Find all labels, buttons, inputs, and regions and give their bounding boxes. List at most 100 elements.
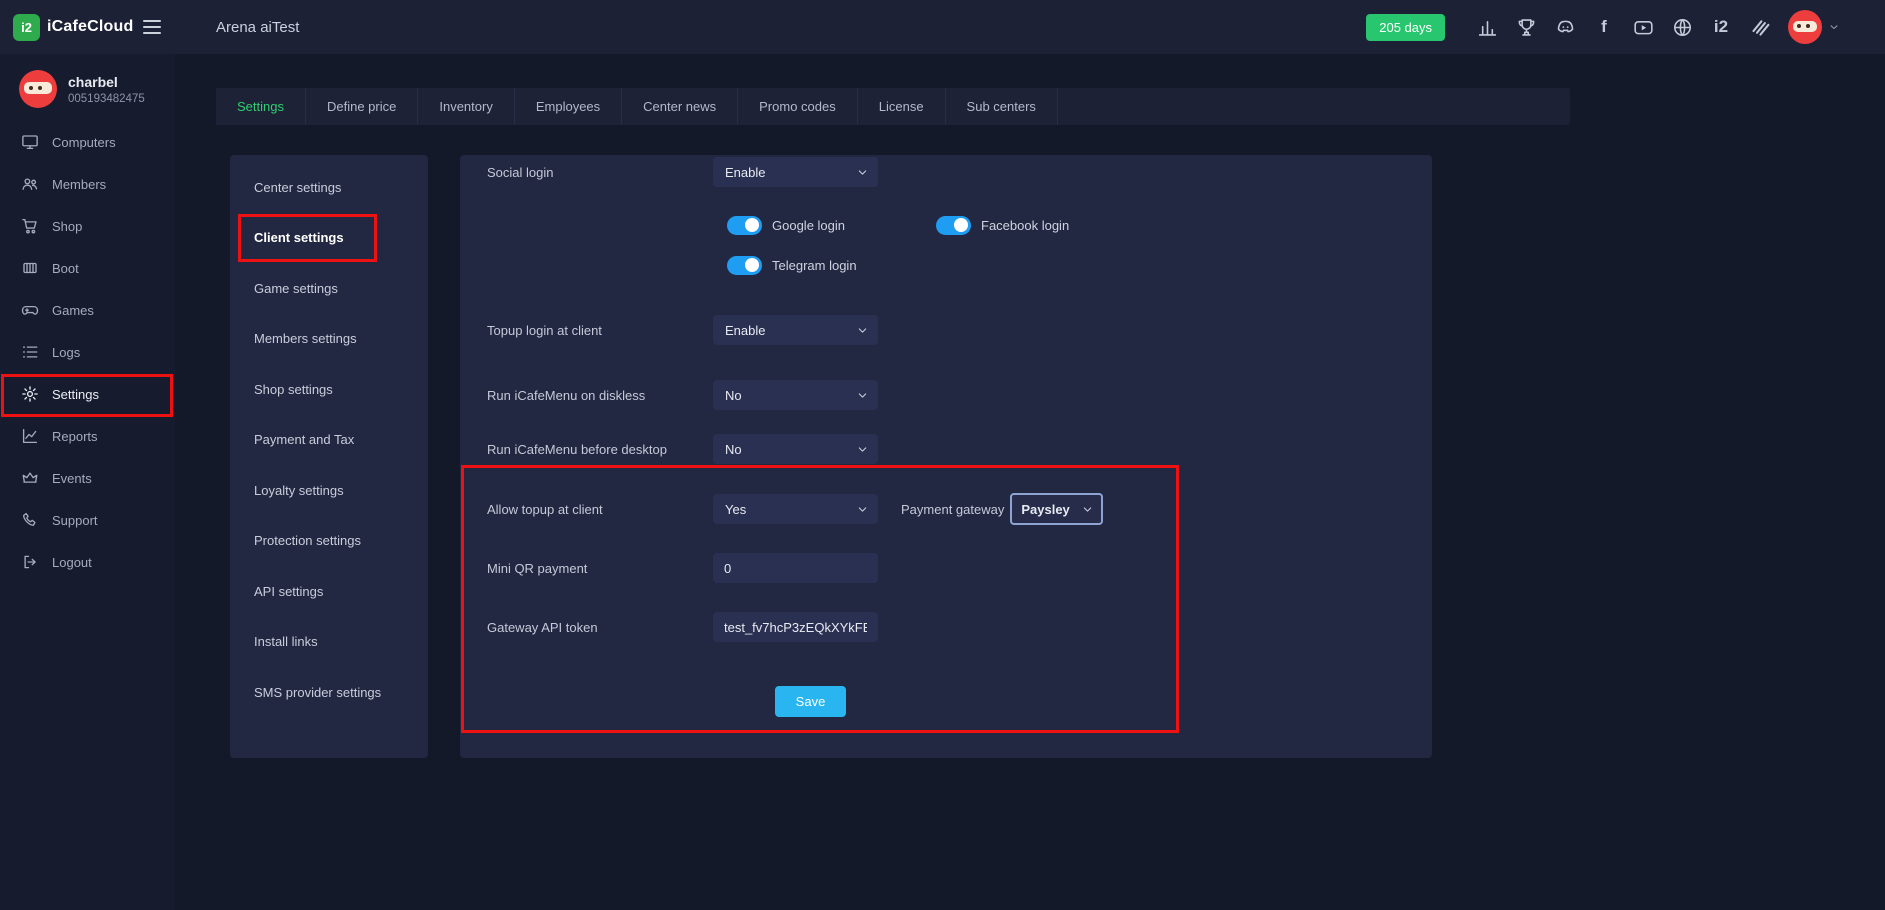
sidebar-nav: Computers Members Shop Boot Games Logs S… <box>0 121 175 583</box>
user-avatar <box>19 70 57 108</box>
select-value: Yes <box>725 502 746 517</box>
gear-icon <box>21 385 39 403</box>
select-value: Paysley <box>1021 502 1069 517</box>
stats-icon[interactable] <box>1476 16 1498 38</box>
sidebar: charbel 005193482475 Computers Members S… <box>0 54 175 910</box>
field-label: Topup login at client <box>487 323 713 338</box>
before-desktop-select[interactable]: No <box>713 434 878 464</box>
chevron-down-icon <box>1082 504 1093 515</box>
user-name: charbel <box>68 74 145 90</box>
youtube-icon[interactable] <box>1632 16 1654 38</box>
user-id: 005193482475 <box>68 93 145 105</box>
settings-nav-item-protection-settings[interactable]: Protection settings <box>230 516 428 567</box>
settings-nav-item-game-settings[interactable]: Game settings <box>230 263 428 314</box>
sidebar-item-events[interactable]: Events <box>0 457 175 499</box>
app-logo-mark: i2 <box>21 20 32 35</box>
settings-nav-item-client-settings[interactable]: Client settings <box>230 213 428 264</box>
tab-settings[interactable]: Settings <box>216 88 306 125</box>
facebook-icon[interactable]: f <box>1593 16 1615 38</box>
facebook-login-toggle[interactable] <box>936 216 971 235</box>
field-label: Gateway API token <box>487 620 713 635</box>
client-settings-form: Social login Enable Google login Faceboo… <box>460 155 1432 758</box>
sidebar-user-block[interactable]: charbel 005193482475 <box>0 54 175 121</box>
sidebar-item-members[interactable]: Members <box>0 163 175 205</box>
before-desktop-row: Run iCafeMenu before desktop No <box>487 434 1422 464</box>
chevron-down-icon <box>857 504 868 515</box>
tab-promo-codes[interactable]: Promo codes <box>738 88 858 125</box>
chip-icon <box>21 259 39 277</box>
sidebar-item-label: Boot <box>52 261 79 276</box>
sidebar-item-label: Events <box>52 471 92 486</box>
sidebar-item-settings[interactable]: Settings <box>0 373 175 415</box>
settings-nav-item-members-settings[interactable]: Members settings <box>230 314 428 365</box>
chevron-down-icon <box>857 390 868 401</box>
settings-nav-item-install-links[interactable]: Install links <box>230 617 428 668</box>
settings-nav-item-center-settings[interactable]: Center settings <box>230 162 428 213</box>
sidebar-item-reports[interactable]: Reports <box>0 415 175 457</box>
toggle-label: Telegram login <box>772 258 857 273</box>
sidebar-item-label: Support <box>52 513 98 528</box>
api-token-row: Gateway API token <box>487 612 1422 642</box>
sidebar-item-boot[interactable]: Boot <box>0 247 175 289</box>
user-avatar <box>1788 10 1822 44</box>
social-login-row: Social login Enable <box>487 157 1422 187</box>
trophy-icon[interactable] <box>1515 16 1537 38</box>
menu-toggle-icon[interactable] <box>143 20 161 34</box>
settings-nav-item-api-settings[interactable]: API settings <box>230 566 428 617</box>
sidebar-item-logout[interactable]: Logout <box>0 541 175 583</box>
social-toggles-row-1: Google login Facebook login <box>727 213 1422 237</box>
topup-login-select[interactable]: Enable <box>713 315 878 345</box>
user-menu[interactable] <box>1788 10 1840 44</box>
sidebar-item-label: Logout <box>52 555 92 570</box>
brand: i2 iCafeCloud <box>0 14 175 41</box>
sidebar-item-support[interactable]: Support <box>0 499 175 541</box>
settings-nav-item-payment-and-tax[interactable]: Payment and Tax <box>230 415 428 466</box>
telegram-login-group: Telegram login <box>727 256 857 275</box>
settings-nav-item-sms-provider-settings[interactable]: SMS provider settings <box>230 667 428 718</box>
payment-gateway-select[interactable]: Paysley <box>1010 493 1103 525</box>
chevron-down-icon <box>1828 21 1840 33</box>
mini-qr-input[interactable] <box>713 553 878 583</box>
tab-employees[interactable]: Employees <box>515 88 622 125</box>
field-label: Allow topup at client <box>487 502 713 517</box>
discord-icon[interactable] <box>1554 16 1576 38</box>
topbar: i2 iCafeCloud Arena aiTest 205 days f i2 <box>0 0 1885 54</box>
gateway-api-token-input[interactable] <box>713 612 878 642</box>
tab-sub-centers[interactable]: Sub centers <box>946 88 1058 125</box>
settings-tab-strip: Settings Define price Inventory Employee… <box>216 88 1570 125</box>
facebook-login-group: Facebook login <box>936 213 1069 237</box>
select-value: No <box>725 388 742 403</box>
settings-nav-item-shop-settings[interactable]: Shop settings <box>230 364 428 415</box>
tab-inventory[interactable]: Inventory <box>418 88 514 125</box>
sidebar-item-label: Computers <box>52 135 116 150</box>
layers-icon[interactable] <box>1749 16 1771 38</box>
save-button[interactable]: Save <box>775 686 846 717</box>
field-label: Social login <box>487 165 713 180</box>
settings-nav-item-loyalty-settings[interactable]: Loyalty settings <box>230 465 428 516</box>
allow-topup-select[interactable]: Yes <box>713 494 878 524</box>
field-label: Mini QR payment <box>487 561 713 576</box>
page-title: Arena aiTest <box>216 19 299 36</box>
tab-define-price[interactable]: Define price <box>306 88 418 125</box>
icafe-icon[interactable]: i2 <box>1710 16 1732 38</box>
tab-center-news[interactable]: Center news <box>622 88 738 125</box>
sidebar-item-label: Members <box>52 177 106 192</box>
toggle-label: Facebook login <box>981 218 1069 233</box>
google-login-toggle[interactable] <box>727 216 762 235</box>
sidebar-item-games[interactable]: Games <box>0 289 175 331</box>
gamepad-icon <box>21 301 39 319</box>
tab-license[interactable]: License <box>858 88 946 125</box>
mini-qr-row: Mini QR payment <box>487 553 1422 583</box>
social-login-select[interactable]: Enable <box>713 157 878 187</box>
chevron-down-icon <box>857 167 868 178</box>
settings-nav-panel: Center settings Client settings Game set… <box>230 155 428 758</box>
telegram-login-toggle[interactable] <box>727 256 762 275</box>
sidebar-item-logs[interactable]: Logs <box>0 331 175 373</box>
sidebar-item-label: Settings <box>52 387 99 402</box>
sidebar-item-shop[interactable]: Shop <box>0 205 175 247</box>
globe-icon[interactable] <box>1671 16 1693 38</box>
license-days-badge[interactable]: 205 days <box>1366 14 1445 41</box>
diskless-select[interactable]: No <box>713 380 878 410</box>
field-label: Run iCafeMenu before desktop <box>487 442 713 457</box>
sidebar-item-computers[interactable]: Computers <box>0 121 175 163</box>
